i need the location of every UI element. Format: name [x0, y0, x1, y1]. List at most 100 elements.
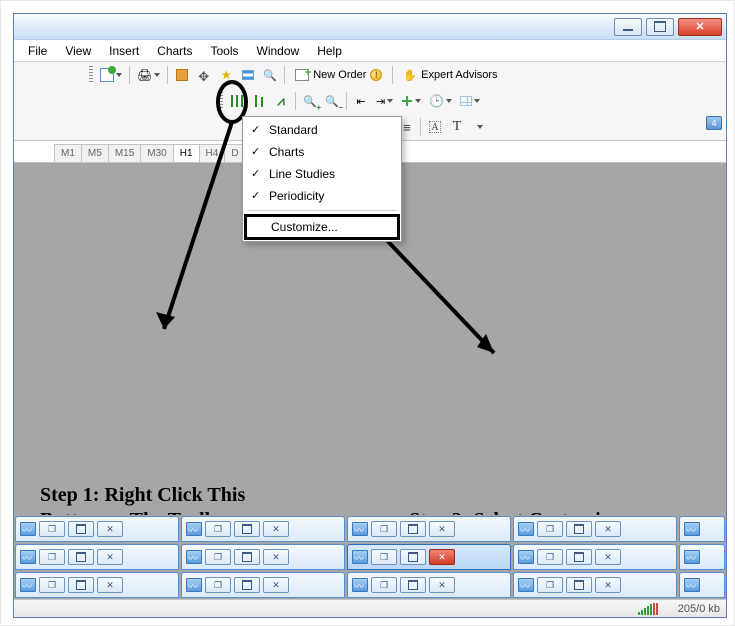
chart-shift-button[interactable]: ⇥ — [373, 91, 396, 111]
mdi-restore-button[interactable] — [39, 521, 65, 537]
menu-help[interactable]: Help — [309, 42, 350, 60]
toolbar-grip-icon[interactable] — [219, 92, 223, 110]
mdi-restore-button[interactable] — [205, 577, 231, 593]
new-order-button[interactable]: New Order ! — [289, 65, 388, 85]
favorites-button[interactable] — [216, 65, 236, 85]
zoom-in-button[interactable] — [300, 91, 320, 111]
mdi-child-window[interactable] — [15, 572, 179, 598]
mdi-restore-button[interactable] — [371, 577, 397, 593]
close-button[interactable] — [678, 18, 722, 36]
mdi-max-button[interactable] — [234, 549, 260, 565]
mdi-restore-button[interactable] — [537, 549, 563, 565]
data-window-button[interactable] — [238, 65, 258, 85]
tab-m5[interactable]: M5 — [81, 144, 109, 162]
mdi-child-window[interactable] — [513, 544, 677, 570]
mdi-close-button[interactable] — [97, 521, 123, 537]
mdi-area — [14, 515, 726, 599]
tab-m30[interactable]: M30 — [140, 144, 173, 162]
mdi-close-button[interactable] — [595, 549, 621, 565]
toolbar-grip-icon[interactable] — [89, 66, 93, 84]
mdi-child-window[interactable] — [181, 544, 345, 570]
mdi-child-window[interactable] — [15, 516, 179, 542]
candlestick-button[interactable] — [249, 91, 269, 111]
mdi-restore-button[interactable] — [537, 521, 563, 537]
maximize-button[interactable] — [646, 18, 674, 36]
menu-window[interactable]: Window — [249, 42, 308, 60]
mdi-max-button[interactable] — [566, 549, 592, 565]
expert-advisors-button[interactable]: Expert Advisors — [397, 65, 503, 85]
mdi-child-window[interactable] — [513, 572, 677, 598]
mdi-close-button[interactable] — [429, 577, 455, 593]
menu-charts[interactable]: Charts — [149, 42, 200, 60]
text-button[interactable]: T — [447, 117, 467, 137]
mdi-max-button[interactable] — [68, 549, 94, 565]
menu-view[interactable]: View — [57, 42, 99, 60]
mdi-restore-button[interactable] — [371, 549, 397, 565]
menu-insert[interactable]: Insert — [101, 42, 147, 60]
mdi-restore-button[interactable] — [537, 577, 563, 593]
tab-m1[interactable]: M1 — [54, 144, 82, 162]
main-menu-bar: File View Insert Charts Tools Window Hel… — [14, 40, 726, 62]
mdi-child-window[interactable] — [15, 544, 179, 570]
mdi-child-window[interactable] — [181, 516, 345, 542]
bar-chart-button[interactable] — [227, 91, 247, 111]
ctx-charts[interactable]: ✓ Charts — [245, 141, 399, 163]
mail-badge[interactable]: 4 — [706, 116, 722, 130]
auto-scroll-button[interactable]: ⇤ — [351, 91, 371, 111]
mdi-close-button[interactable] — [595, 577, 621, 593]
templates-button[interactable] — [457, 91, 483, 111]
mdi-child-window[interactable] — [679, 572, 725, 598]
navigator-button[interactable] — [194, 65, 214, 85]
mdi-child-window[interactable] — [181, 572, 345, 598]
indicators-button[interactable] — [398, 91, 424, 111]
minimize-button[interactable] — [614, 18, 642, 36]
mdi-restore-button[interactable] — [205, 521, 231, 537]
menu-tools[interactable]: Tools — [203, 42, 247, 60]
mdi-max-button[interactable] — [68, 521, 94, 537]
text-label-button[interactable]: A — [425, 117, 445, 137]
mdi-restore-button[interactable] — [371, 521, 397, 537]
line-chart-button[interactable] — [271, 91, 291, 111]
new-chart-button[interactable] — [97, 65, 125, 85]
text-A-icon: A — [429, 121, 441, 133]
mdi-max-button[interactable] — [400, 549, 426, 565]
zoom-out-button[interactable] — [322, 91, 342, 111]
mdi-restore-button[interactable] — [39, 577, 65, 593]
tab-m15[interactable]: M15 — [108, 144, 141, 162]
mdi-close-button[interactable] — [263, 577, 289, 593]
ctx-line-studies[interactable]: ✓ Line Studies — [245, 163, 399, 185]
mdi-restore-button[interactable] — [205, 549, 231, 565]
ctx-standard[interactable]: ✓ Standard — [245, 119, 399, 141]
mdi-child-window[interactable] — [679, 544, 725, 570]
mdi-close-button[interactable] — [263, 549, 289, 565]
terminal-button[interactable] — [260, 65, 280, 85]
menu-file[interactable]: File — [20, 42, 55, 60]
mdi-close-button[interactable] — [429, 549, 455, 565]
tab-h4[interactable]: H4 — [199, 144, 226, 162]
mdi-child-window[interactable] — [513, 516, 677, 542]
mdi-close-button[interactable] — [595, 521, 621, 537]
mdi-child-window[interactable] — [679, 516, 725, 542]
mdi-max-button[interactable] — [566, 521, 592, 537]
ctx-periodicity[interactable]: ✓ Periodicity — [245, 185, 399, 207]
mdi-close-button[interactable] — [263, 521, 289, 537]
mdi-close-button[interactable] — [97, 577, 123, 593]
mdi-max-button[interactable] — [68, 577, 94, 593]
mdi-child-window-active[interactable] — [347, 544, 511, 570]
mdi-max-button[interactable] — [234, 577, 260, 593]
mdi-close-button[interactable] — [97, 549, 123, 565]
mdi-child-window[interactable] — [347, 516, 511, 542]
mdi-restore-button[interactable] — [39, 549, 65, 565]
mdi-max-button[interactable] — [234, 521, 260, 537]
tab-h1[interactable]: H1 — [173, 144, 200, 162]
profiles-button[interactable] — [134, 65, 163, 85]
mdi-close-button[interactable] — [429, 521, 455, 537]
periodicity-button[interactable] — [426, 91, 455, 111]
objects-button[interactable] — [469, 117, 489, 137]
mdi-child-window[interactable] — [347, 572, 511, 598]
mdi-max-button[interactable] — [400, 521, 426, 537]
market-watch-button[interactable] — [172, 65, 192, 85]
mdi-max-button[interactable] — [400, 577, 426, 593]
mdi-max-button[interactable] — [566, 577, 592, 593]
ctx-customize[interactable]: Customize... — [244, 214, 400, 240]
